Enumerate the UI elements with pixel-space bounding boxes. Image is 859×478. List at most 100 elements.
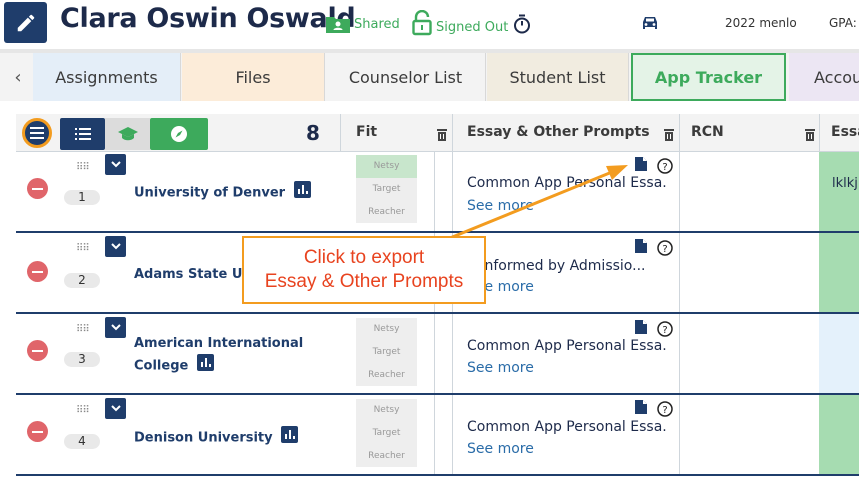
see-more-link[interactable]: See more bbox=[467, 360, 534, 376]
edit-pencil-button[interactable] bbox=[4, 2, 47, 43]
export-document-icon[interactable] bbox=[635, 238, 647, 257]
table-row: ⠿⠿ 3 American International College Nets… bbox=[16, 314, 859, 395]
list-icon bbox=[74, 128, 91, 140]
expand-row-button[interactable] bbox=[105, 154, 126, 175]
rank-badge: 1 bbox=[64, 190, 100, 205]
bar-chart-icon[interactable] bbox=[293, 181, 311, 205]
tab-label: Accou bbox=[814, 67, 859, 87]
essay-status-cell[interactable] bbox=[819, 152, 859, 231]
expand-row-button[interactable] bbox=[105, 236, 126, 257]
fit-selector[interactable]: Netsy Target Reacher bbox=[356, 318, 417, 386]
fit-option-reacher[interactable]: Reacher bbox=[356, 364, 417, 387]
essay-prompt-text: Common App Personal Essa... bbox=[467, 419, 667, 435]
tab-app-tracker[interactable]: App Tracker bbox=[631, 53, 786, 101]
remove-school-button[interactable] bbox=[27, 261, 48, 282]
bar-chart-icon[interactable] bbox=[281, 426, 299, 450]
column-divider bbox=[452, 314, 453, 393]
column-divider bbox=[434, 395, 435, 474]
fit-selector[interactable]: Netsy Target Reacher bbox=[356, 155, 417, 223]
help-icon[interactable]: ? bbox=[657, 240, 673, 260]
tab-files[interactable]: Files bbox=[182, 53, 325, 101]
column-divider bbox=[679, 395, 680, 474]
header: Clara Oswin Oswald Shared Signed Out 202… bbox=[0, 0, 859, 48]
signed-out-status[interactable]: Signed Out bbox=[412, 10, 508, 36]
essay-status-cell[interactable] bbox=[819, 233, 859, 312]
expand-row-button[interactable] bbox=[105, 398, 126, 419]
annotation-callout: Click to export Essay & Other Prompts bbox=[242, 236, 486, 304]
export-document-icon[interactable] bbox=[635, 319, 647, 338]
table-row: ⠿⠿ 4 Denison University Netsy Target Rea… bbox=[16, 395, 859, 476]
drag-handle-icon[interactable]: ⠿⠿ bbox=[76, 162, 90, 173]
essay-prompt-text: 9 Informed by Admissio... bbox=[467, 258, 646, 274]
rank-badge: 2 bbox=[64, 273, 100, 288]
fit-option-netsy[interactable]: Netsy bbox=[356, 155, 417, 178]
see-more-link[interactable]: See more bbox=[467, 198, 534, 214]
column-header-essay-prompts: Essay & Other Prompts bbox=[467, 124, 650, 140]
shared-status[interactable]: Shared bbox=[325, 14, 400, 34]
svg-text:?: ? bbox=[662, 405, 667, 416]
chevron-down-icon bbox=[110, 405, 121, 412]
chevron-down-icon bbox=[110, 243, 121, 250]
tabs-scroll-left-button[interactable]: ‹ bbox=[4, 53, 32, 101]
school-count: 8 bbox=[306, 121, 320, 145]
essay-prompt-text: Common App Personal Essa... bbox=[467, 338, 667, 354]
export-document-icon[interactable] bbox=[635, 156, 647, 175]
fit-option-netsy[interactable]: Netsy bbox=[356, 399, 417, 422]
shared-label: Shared bbox=[354, 16, 400, 32]
list-view-button[interactable] bbox=[60, 118, 105, 150]
school-name[interactable]: American International College bbox=[134, 333, 303, 378]
explore-button[interactable] bbox=[150, 118, 208, 150]
fit-option-reacher[interactable]: Reacher bbox=[356, 201, 417, 224]
tab-accounts[interactable]: Accou bbox=[789, 53, 859, 101]
car-info: 2022 menlo bbox=[725, 16, 797, 30]
school-name-text: Denison University bbox=[134, 430, 273, 446]
tracker-toolbar: 8 Fit Essay & Other Prompts RCN Essa bbox=[16, 114, 859, 152]
column-header-rcn: RCN bbox=[691, 124, 724, 140]
svg-text:?: ? bbox=[662, 325, 667, 336]
table-row: ⠿⠿ 1 University of Denver Netsy Target R… bbox=[16, 152, 859, 233]
help-icon[interactable]: ? bbox=[657, 401, 673, 421]
column-divider bbox=[819, 114, 820, 152]
fit-option-reacher[interactable]: Reacher bbox=[356, 445, 417, 468]
fit-selector[interactable]: Netsy Target Reacher bbox=[356, 399, 417, 467]
fit-option-target[interactable]: Target bbox=[356, 341, 417, 364]
column-menu-button[interactable] bbox=[22, 118, 52, 148]
column-divider bbox=[340, 114, 341, 152]
fit-option-target[interactable]: Target bbox=[356, 178, 417, 201]
tab-assignments[interactable]: Assignments bbox=[33, 53, 181, 101]
trash-icon[interactable] bbox=[664, 126, 674, 145]
fit-option-target[interactable]: Target bbox=[356, 422, 417, 445]
bar-chart-icon[interactable] bbox=[196, 354, 214, 378]
drag-handle-icon[interactable]: ⠿⠿ bbox=[76, 405, 90, 416]
svg-text:?: ? bbox=[662, 162, 667, 173]
see-more-link[interactable]: See more bbox=[467, 441, 534, 457]
essay-status-cell[interactable] bbox=[819, 314, 859, 393]
graduation-view-button[interactable] bbox=[105, 118, 150, 150]
trash-icon[interactable] bbox=[805, 126, 815, 145]
expand-row-button[interactable] bbox=[105, 317, 126, 338]
column-divider bbox=[452, 114, 453, 152]
stopwatch-icon[interactable] bbox=[513, 14, 531, 38]
fit-option-netsy[interactable]: Netsy bbox=[356, 318, 417, 341]
tab-counselor-list[interactable]: Counselor List bbox=[326, 53, 486, 101]
school-name[interactable]: University of Denver bbox=[134, 181, 311, 205]
remove-school-button[interactable] bbox=[27, 421, 48, 442]
remove-school-button[interactable] bbox=[27, 178, 48, 199]
signed-out-label: Signed Out bbox=[436, 19, 509, 35]
column-divider bbox=[679, 233, 680, 312]
tab-label: Student List bbox=[509, 67, 606, 87]
trash-icon[interactable] bbox=[437, 126, 447, 145]
drag-handle-icon[interactable]: ⠿⠿ bbox=[76, 243, 90, 254]
column-divider bbox=[452, 152, 453, 231]
column-divider bbox=[679, 314, 680, 393]
school-name[interactable]: Denison University bbox=[134, 426, 299, 450]
chevron-down-icon bbox=[110, 161, 121, 168]
remove-school-button[interactable] bbox=[27, 340, 48, 361]
tab-student-list[interactable]: Student List bbox=[487, 53, 629, 101]
hamburger-icon bbox=[30, 127, 44, 139]
drag-handle-icon[interactable]: ⠿⠿ bbox=[76, 324, 90, 335]
school-name-line-1: American International bbox=[134, 336, 304, 351]
export-document-icon[interactable] bbox=[635, 399, 647, 418]
essay-status-cell[interactable] bbox=[819, 395, 859, 474]
essay-prompt-text: Common App Personal Essa... bbox=[467, 175, 667, 191]
